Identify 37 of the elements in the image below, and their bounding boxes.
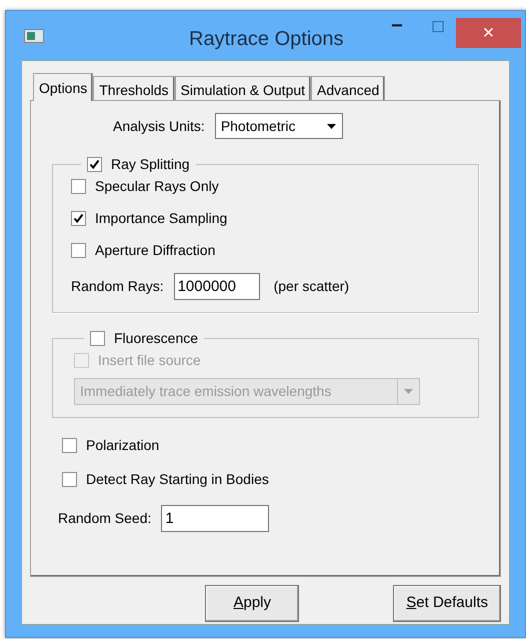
input-field[interactable]: 1	[161, 505, 270, 532]
checkbox-label: Aperture Diffraction	[95, 240, 216, 260]
dropdown-arrow-icon	[326, 124, 336, 128]
field-label: Analysis Units:	[113, 116, 205, 136]
tab[interactable]: Advanced	[311, 76, 386, 100]
checkbox[interactable]	[62, 438, 77, 452]
checkbox-label: Polarization	[86, 436, 160, 454]
checkmark-icon	[89, 158, 100, 170]
tab[interactable]: Thresholds	[93, 76, 175, 100]
field-label: Random Rays:	[71, 277, 164, 296]
tab[interactable]: Simulation & Output	[174, 76, 312, 100]
checkbox-label: Importance Sampling	[95, 208, 228, 228]
field-label: Random Seed:	[58, 509, 152, 528]
tab[interactable]: Options	[33, 73, 94, 101]
checkbox[interactable]	[71, 210, 86, 226]
checkbox-label: Detect Ray Starting in Bodies	[86, 470, 269, 489]
dialog-button[interactable]: Apply	[205, 585, 300, 622]
checkbox[interactable]	[71, 242, 86, 258]
maximize-button[interactable]: □	[420, 11, 456, 41]
checkbox-label: Insert file source	[98, 350, 201, 370]
dropdown-arrow-icon	[404, 389, 413, 394]
checkbox[interactable]	[62, 472, 77, 486]
app-icon	[24, 28, 44, 42]
checkbox-label: Specular Rays Only	[95, 176, 219, 196]
window-title: Raytrace Options	[189, 27, 344, 52]
checkmark-icon	[73, 212, 84, 224]
close-button[interactable]: ×	[456, 18, 521, 48]
checkbox[interactable]	[87, 156, 102, 172]
dropdown[interactable]: Photometric	[214, 113, 343, 139]
input-field[interactable]: 1000000	[174, 273, 260, 300]
minimize-button[interactable]: −	[374, 11, 420, 41]
checkbox[interactable]	[71, 178, 86, 194]
field-suffix: (per scatter)	[274, 277, 350, 296]
checkbox-label: Ray Splitting	[111, 154, 190, 174]
checkbox[interactable]	[90, 330, 105, 346]
dialog-button[interactable]: Set Defaults	[393, 585, 501, 622]
checkbox-label: Fluorescence	[114, 328, 198, 348]
